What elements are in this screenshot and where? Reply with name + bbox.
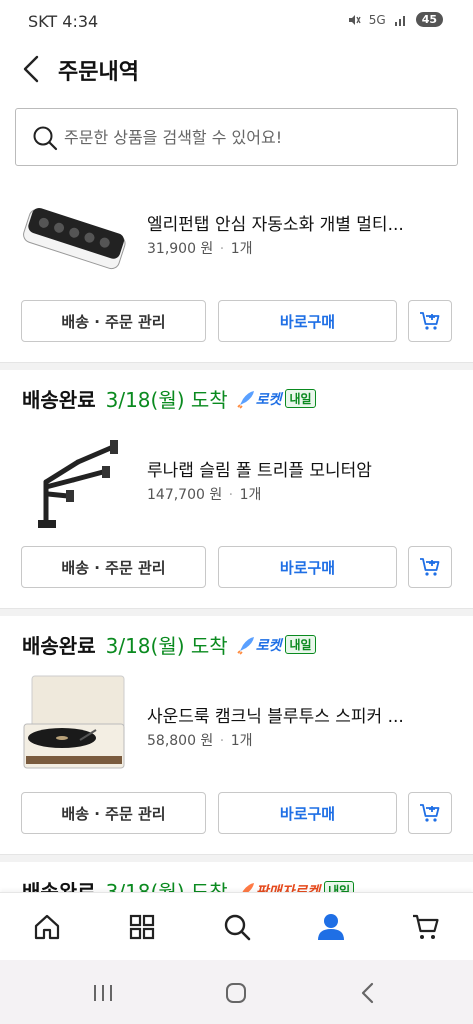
nav-home[interactable] xyxy=(29,909,65,945)
category-icon xyxy=(129,914,155,940)
arrival-date: 3/18(월) 도착 xyxy=(105,634,228,658)
buy-now-button[interactable]: 바로구매 xyxy=(218,300,397,342)
product-name[interactable]: 루나랩 슬림 폴 트리플 모니터암 xyxy=(147,456,447,481)
search-icon xyxy=(224,914,251,941)
battery-badge: 45 xyxy=(415,12,443,27)
product-price: 58,800 원 xyxy=(147,733,214,749)
rocket-delivery-tag: 로켓 내일 xyxy=(236,389,316,409)
cart-add-icon xyxy=(420,558,440,576)
search-icon xyxy=(33,126,58,151)
order-status-row: 배송완료 3/18(월) 도착 로켓 내일 xyxy=(22,384,316,413)
signal-icon xyxy=(394,15,405,26)
my-page-icon xyxy=(318,914,344,940)
seller-rocket-label: 판매자로켓 xyxy=(255,883,321,893)
section-divider xyxy=(0,608,473,616)
recent-apps-button[interactable] xyxy=(88,980,118,1006)
manage-order-button[interactable]: 배송 · 주문 관리 xyxy=(21,792,206,834)
app-header: 주문내역 xyxy=(0,44,473,94)
tomorrow-badge: 내일 xyxy=(285,635,316,654)
product-meta: 31,900 원 · 1개 xyxy=(147,241,253,257)
order-status-row: 배송완료 3/18(월) 도착 판매자로켓 내일 xyxy=(22,876,355,893)
cart-add-icon xyxy=(420,804,440,822)
order-card: 배송완료 3/18(월) 도착 로켓 내일 루나랩 슬림 폴 트리플 모니터암 xyxy=(0,370,473,610)
home-circle-icon xyxy=(226,983,246,1003)
bottom-nav xyxy=(0,892,473,960)
order-card: 배송완료 3/18(월) 도착 판매자로켓 내일 xyxy=(0,862,473,892)
product-meta: 58,800 원 · 1개 xyxy=(147,733,253,749)
add-to-cart-button[interactable] xyxy=(408,300,452,342)
cart-add-icon xyxy=(420,312,440,330)
rocket-label: 로켓 xyxy=(255,637,282,654)
tomorrow-badge: 내일 xyxy=(324,881,355,892)
nav-category[interactable] xyxy=(124,909,160,945)
tomorrow-badge: 내일 xyxy=(285,389,316,408)
back-arrow-icon[interactable] xyxy=(18,54,46,84)
home-icon xyxy=(34,914,60,940)
page-title: 주문내역 xyxy=(58,60,139,85)
manage-order-button[interactable]: 배송 · 주문 관리 xyxy=(21,300,206,342)
nav-cart[interactable] xyxy=(408,909,444,945)
order-status: 배송완료 xyxy=(22,634,96,658)
product-image-turntable[interactable] xyxy=(18,672,130,772)
product-qty: 1개 xyxy=(239,487,262,503)
section-divider xyxy=(0,854,473,862)
product-image-power-strip[interactable] xyxy=(18,190,130,290)
product-price: 31,900 원 xyxy=(147,241,214,257)
section-divider xyxy=(0,362,473,370)
search-input[interactable] xyxy=(64,110,444,164)
product-name[interactable]: 엘리펀탭 안심 자동소화 개별 멀티... xyxy=(147,210,447,235)
recent-apps-icon xyxy=(94,985,112,1001)
arrival-date: 3/18(월) 도착 xyxy=(105,880,228,892)
order-list[interactable]: 엘리펀탭 안심 자동소화 개별 멀티... 31,900 원 · 1개 배송 ·… xyxy=(0,180,473,892)
rocket-delivery-tag: 로켓 내일 xyxy=(236,635,316,655)
status-bar: SKT 4:34 5G 45 xyxy=(0,0,473,44)
network-label: 5G xyxy=(368,12,386,27)
order-card: 배송완료 3/18(월) 도착 로켓 내일 사운드룩 캠크닉 블루투스 스피커 … xyxy=(0,616,473,856)
add-to-cart-button[interactable] xyxy=(408,792,452,834)
order-status-row: 배송완료 3/18(월) 도착 로켓 내일 xyxy=(22,630,316,659)
order-card: 엘리펀탭 안심 자동소화 개별 멀티... 31,900 원 · 1개 배송 ·… xyxy=(0,180,473,356)
product-price: 147,700 원 xyxy=(147,487,223,503)
back-chevron-icon xyxy=(361,982,374,1004)
buy-now-button[interactable]: 바로구매 xyxy=(218,546,397,588)
product-qty: 1개 xyxy=(230,733,253,749)
rocket-label: 로켓 xyxy=(255,391,282,408)
status-time: SKT 4:34 xyxy=(28,12,99,31)
status-icons: 5G 45 xyxy=(347,12,443,27)
mute-icon xyxy=(348,14,361,25)
rocket-icon xyxy=(241,882,254,892)
product-qty: 1개 xyxy=(230,241,253,257)
search-box[interactable] xyxy=(15,108,458,166)
rocket-icon xyxy=(237,390,254,409)
order-status: 배송완료 xyxy=(22,880,96,892)
cart-icon xyxy=(413,914,439,939)
system-nav xyxy=(0,960,473,1024)
home-system-button[interactable] xyxy=(221,980,251,1006)
seller-rocket-tag: 판매자로켓 내일 xyxy=(236,881,355,893)
product-name[interactable]: 사운드룩 캠크닉 블루투스 스피커 ... xyxy=(147,702,447,727)
add-to-cart-button[interactable] xyxy=(408,546,452,588)
arrival-date: 3/18(월) 도착 xyxy=(105,388,228,412)
product-image-monitor-arm[interactable] xyxy=(18,432,130,532)
nav-search[interactable] xyxy=(219,909,255,945)
manage-order-button[interactable]: 배송 · 주문 관리 xyxy=(21,546,206,588)
product-meta: 147,700 원 · 1개 xyxy=(147,487,262,503)
order-status: 배송완료 xyxy=(22,388,96,412)
rocket-icon xyxy=(237,636,254,655)
buy-now-button[interactable]: 바로구매 xyxy=(218,792,397,834)
nav-my-page[interactable] xyxy=(313,909,349,945)
back-system-button[interactable] xyxy=(353,980,383,1006)
